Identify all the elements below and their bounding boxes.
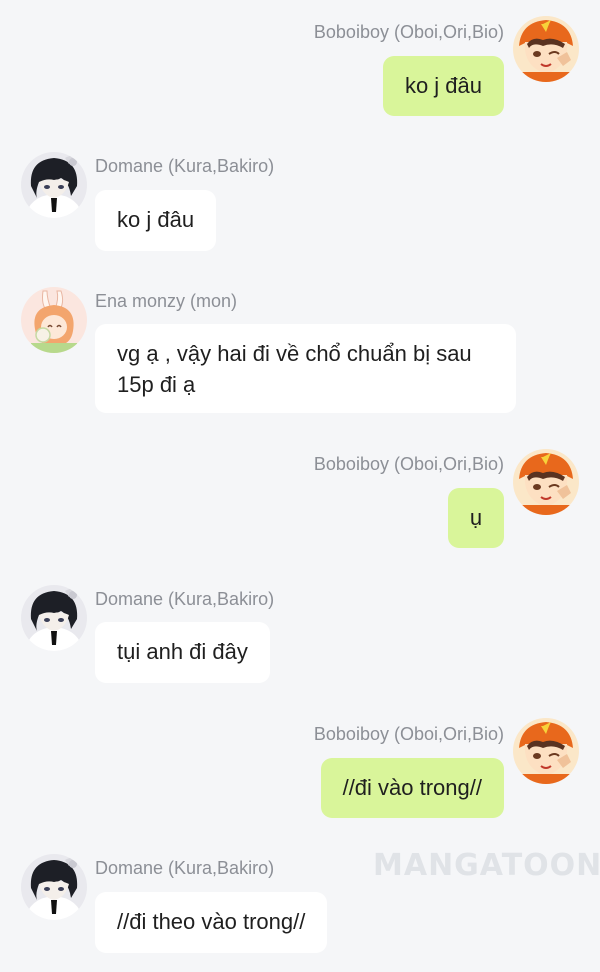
watermark: MANGATOON — [373, 848, 600, 883]
domane-avatar-icon[interactable] — [21, 585, 87, 651]
domane-avatar-icon[interactable] — [21, 152, 87, 218]
sender-name: Boboiboy (Oboi,Ori,Bio) — [313, 724, 504, 744]
message-bubble[interactable]: ko j đâu — [382, 56, 504, 116]
sender-name: Boboiboy (Oboi,Ori,Bio) — [313, 454, 504, 474]
sender-name: Domane (Kura,Bakiro) — [95, 589, 275, 609]
message-bubble[interactable]: ụ — [448, 488, 504, 548]
chat-thread: Boboiboy (Oboi,Ori,Bio) ko j đâu Domane … — [0, 0, 600, 972]
sender-name: Boboiboy (Oboi,Ori,Bio) — [313, 22, 504, 42]
sender-name: Domane (Kura,Bakiro) — [95, 858, 275, 878]
boboiboy-avatar-icon[interactable] — [513, 718, 579, 784]
message-bubble[interactable]: ko j đâu — [95, 190, 217, 251]
domane-avatar-icon[interactable] — [21, 854, 87, 920]
sender-name: Domane (Kura,Bakiro) — [95, 156, 275, 176]
boboiboy-avatar-icon[interactable] — [513, 449, 579, 515]
message-bubble[interactable]: //đi theo vào trong// — [95, 892, 328, 953]
ena-avatar-icon[interactable] — [21, 287, 87, 353]
message-bubble[interactable]: //đi vào trong// — [320, 758, 504, 818]
message-bubble[interactable]: tụi anh đi đây — [95, 622, 270, 683]
message-bubble[interactable]: vg ạ , vậy hai đi về chổ chuẩn bị sau 15… — [95, 324, 516, 413]
boboiboy-avatar-icon[interactable] — [513, 16, 579, 82]
sender-name: Ena monzy (mon) — [95, 291, 238, 311]
